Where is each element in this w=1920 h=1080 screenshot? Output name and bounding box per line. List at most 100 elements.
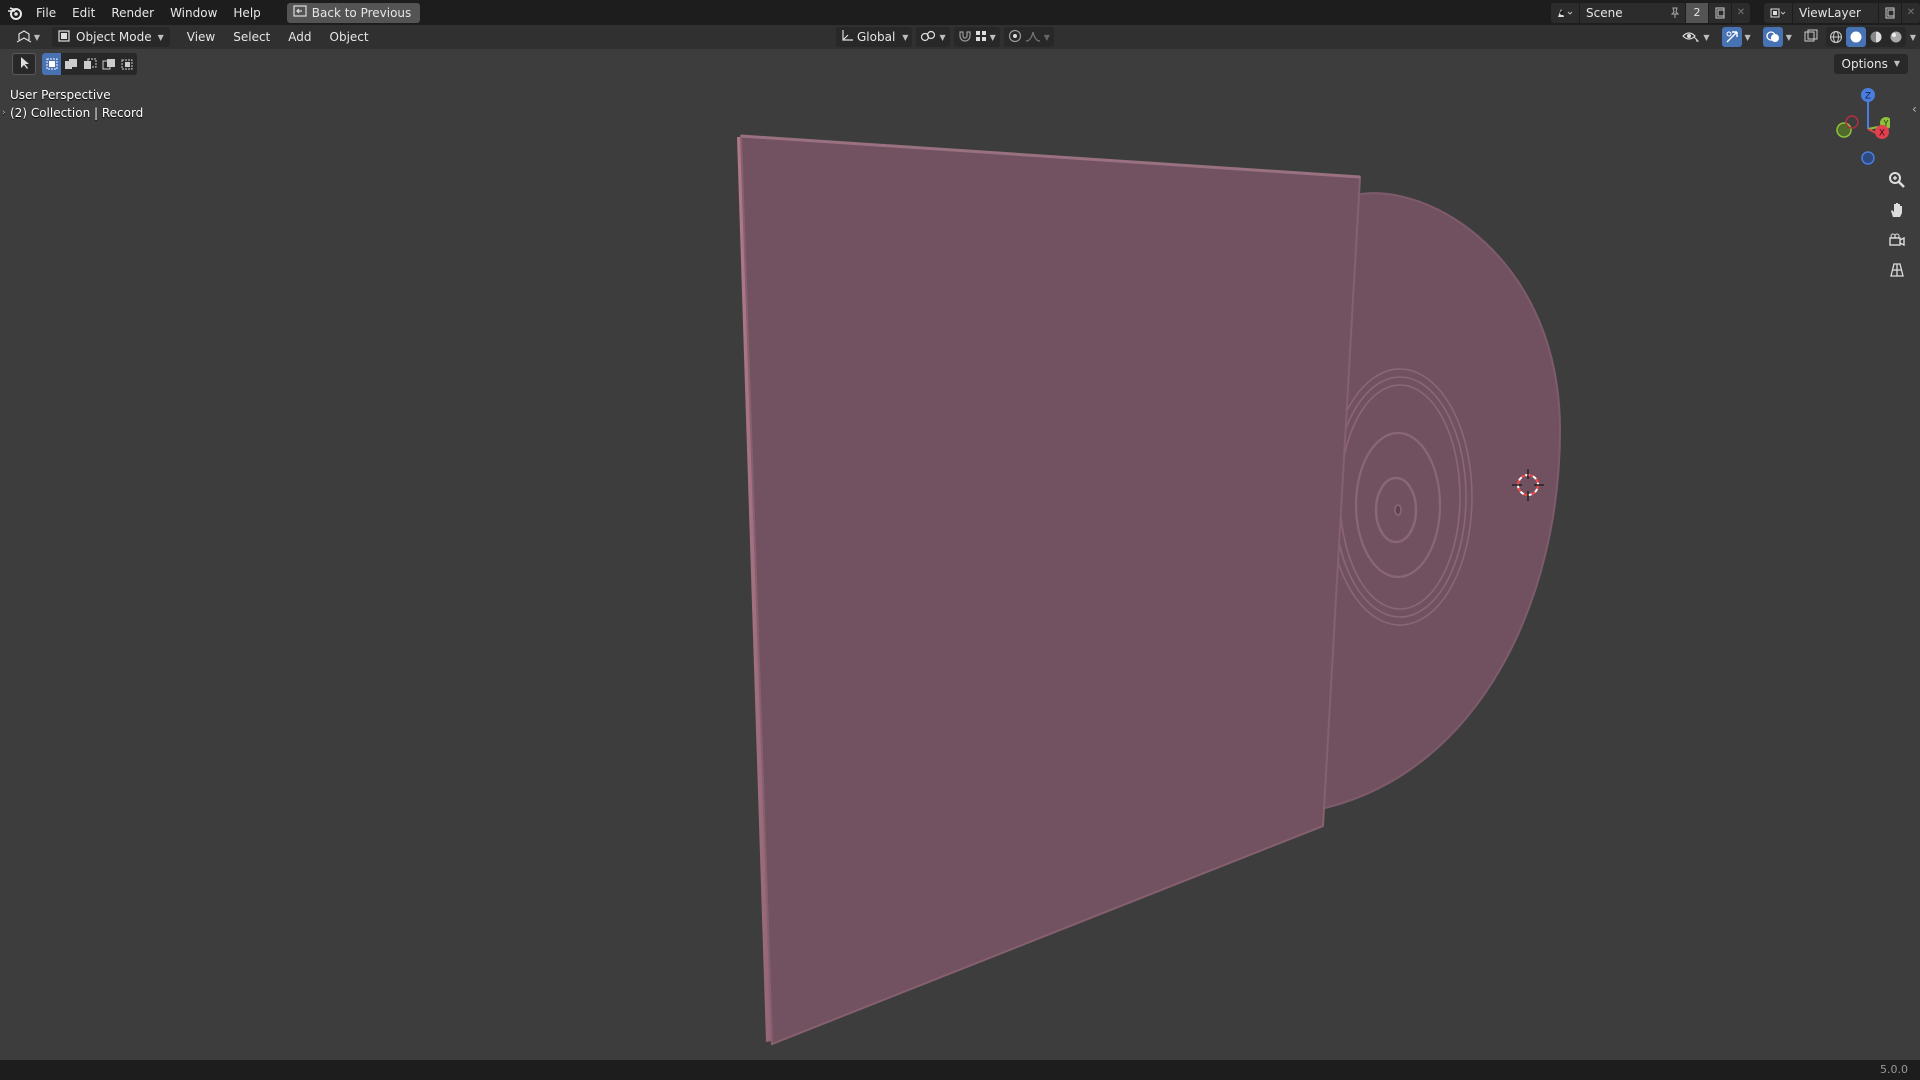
chevron-down-icon: ▼	[1043, 32, 1050, 42]
pin-icon[interactable]	[1665, 2, 1685, 23]
top-bar: File Edit Render Window Help Back to Pre…	[0, 0, 1920, 25]
mode-selector[interactable]: Object Mode ▼	[52, 27, 170, 47]
perspective-label: User Perspective	[10, 88, 111, 102]
xray-toggle[interactable]	[1800, 27, 1822, 47]
scene-icon[interactable]	[1551, 2, 1579, 23]
menu-edit[interactable]: Edit	[64, 2, 103, 24]
select-subtract-icon[interactable]	[80, 53, 99, 75]
camera-view-button[interactable]	[1884, 228, 1910, 254]
scene-users-count[interactable]: 2	[1686, 2, 1708, 23]
solid-shading-icon[interactable]	[1845, 27, 1866, 47]
expand-chevron-icon[interactable]: ›	[2, 104, 6, 122]
pivot-link-icon	[920, 29, 936, 46]
new-scene-icon[interactable]	[1709, 2, 1731, 23]
record-sleeve	[739, 134, 1362, 1046]
version-label: 5.0.0	[1880, 1063, 1908, 1076]
status-bar: 5.0.0	[0, 1060, 1920, 1080]
gizmo-x-label: X	[1879, 129, 1885, 139]
menu-window[interactable]: Window	[162, 2, 225, 24]
unlink-scene-icon[interactable]: ✕	[1732, 2, 1750, 23]
snap-toggle[interactable]: ▼	[953, 27, 1000, 47]
remove-view-layer-icon[interactable]: ✕	[1902, 2, 1920, 23]
chevron-down-icon: ▼	[33, 32, 41, 42]
center-tool-group: Global ▼ ▼ ▼ ▼	[836, 27, 1054, 47]
options-dropdown[interactable]: Options ▼	[1833, 54, 1908, 74]
menu-object[interactable]: Object	[321, 27, 378, 47]
select-tool-button[interactable]	[12, 53, 36, 75]
navigation-gizmo[interactable]: Z Y X	[1830, 85, 1890, 165]
menu-select[interactable]: Select	[224, 27, 279, 47]
selection-mode-group	[42, 53, 137, 75]
select-intersect-icon[interactable]	[118, 53, 137, 75]
viewport-info: User Perspective (2) Collection | Record…	[2, 86, 144, 122]
menu-render[interactable]: Render	[103, 2, 162, 24]
magnet-icon	[958, 29, 972, 46]
options-label: Options	[1841, 57, 1888, 71]
overlays-toggle[interactable]: ▼	[1759, 27, 1796, 47]
new-view-layer-icon[interactable]	[1879, 2, 1901, 23]
material-shading-icon[interactable]	[1866, 27, 1886, 47]
back-to-previous-button[interactable]: Back to Previous	[286, 2, 421, 23]
scene-selector[interactable]: Scene 2 ✕	[1551, 2, 1750, 23]
chevron-down-icon: ▼	[902, 32, 909, 42]
view-layer-selector[interactable]: ViewLayer ✕	[1764, 2, 1920, 23]
menu-view[interactable]: View	[178, 27, 224, 47]
collection-label: (2) Collection | Record	[10, 106, 144, 120]
proportional-editing-toggle[interactable]: ▼	[1003, 27, 1054, 47]
chevron-down-icon: ▼	[939, 32, 946, 42]
sidebar-toggle-chevron-icon[interactable]: ‹	[1912, 102, 1917, 116]
back-screen-icon	[293, 5, 307, 20]
menu-file[interactable]: File	[28, 2, 64, 24]
top-right-area: Scene 2 ✕ ViewLayer ✕	[1551, 0, 1920, 25]
eye-pointer-icon	[1682, 29, 1700, 46]
blender-logo-icon[interactable]	[2, 0, 28, 25]
grid-perspective-icon	[1888, 261, 1906, 282]
record-grooves	[1327, 368, 1473, 626]
overlays-icon	[1762, 27, 1783, 47]
editor-type-selector[interactable]: ▼	[6, 27, 50, 47]
view-layer-icon[interactable]	[1764, 2, 1792, 23]
transform-orientation-label: Global	[857, 30, 896, 44]
magnifier-zoom-icon	[1888, 171, 1906, 192]
chevron-down-icon: ▼	[1785, 32, 1792, 42]
hand-pan-icon	[1888, 201, 1906, 222]
falloff-curve-icon	[1025, 29, 1041, 46]
chevron-down-icon: ▼	[1893, 59, 1900, 68]
pivot-point-selector[interactable]: ▼	[916, 27, 950, 47]
shading-options-chevron-icon[interactable]: ▼	[1910, 33, 1916, 42]
chevron-down-icon: ▼	[1744, 32, 1751, 42]
object-mode-icon	[58, 29, 70, 45]
chevron-down-icon: ▼	[157, 32, 164, 42]
gizmo-icon	[1721, 27, 1742, 47]
viewport-canvas[interactable]	[0, 0, 1920, 1080]
view-layer-name-field[interactable]: ViewLayer	[1792, 2, 1878, 23]
scene-name-field[interactable]: Scene	[1579, 2, 1665, 23]
proportional-circle-icon	[1008, 29, 1022, 46]
sleeve-edge	[737, 137, 778, 1042]
orthographic-toggle-button[interactable]	[1884, 258, 1910, 284]
select-new-icon[interactable]	[42, 53, 61, 75]
xray-icon	[1804, 29, 1818, 46]
gizmo-toggle[interactable]: ▼	[1718, 27, 1755, 47]
gizmo-z-label: Z	[1865, 92, 1871, 102]
zoom-button[interactable]	[1884, 168, 1910, 194]
select-invert-icon[interactable]	[99, 53, 118, 75]
wireframe-shading-icon[interactable]	[1826, 27, 1846, 47]
orientation-axes-icon	[840, 29, 854, 46]
snap-grid-icon	[975, 30, 987, 45]
shading-mode-group	[1825, 27, 1906, 47]
visibility-selector[interactable]: ▼	[1678, 27, 1713, 47]
rendered-shading-icon[interactable]	[1886, 27, 1906, 47]
cursor-arrow-icon	[18, 56, 30, 73]
menu-add[interactable]: Add	[279, 27, 320, 47]
pan-button[interactable]	[1884, 198, 1910, 224]
tool-row	[12, 53, 137, 75]
right-tool-group: ▼ ▼ ▼ ▼	[1678, 27, 1916, 47]
select-extend-icon[interactable]	[61, 53, 80, 75]
transform-orientation-selector[interactable]: Global ▼	[836, 27, 913, 47]
record-disc	[1325, 193, 1560, 809]
viewport-header: ▼ Object Mode ▼ View Select Add Object G…	[0, 25, 1920, 49]
chevron-down-icon: ▼	[1703, 32, 1710, 42]
menu-help[interactable]: Help	[225, 2, 268, 24]
3d-viewport-icon	[16, 29, 32, 46]
